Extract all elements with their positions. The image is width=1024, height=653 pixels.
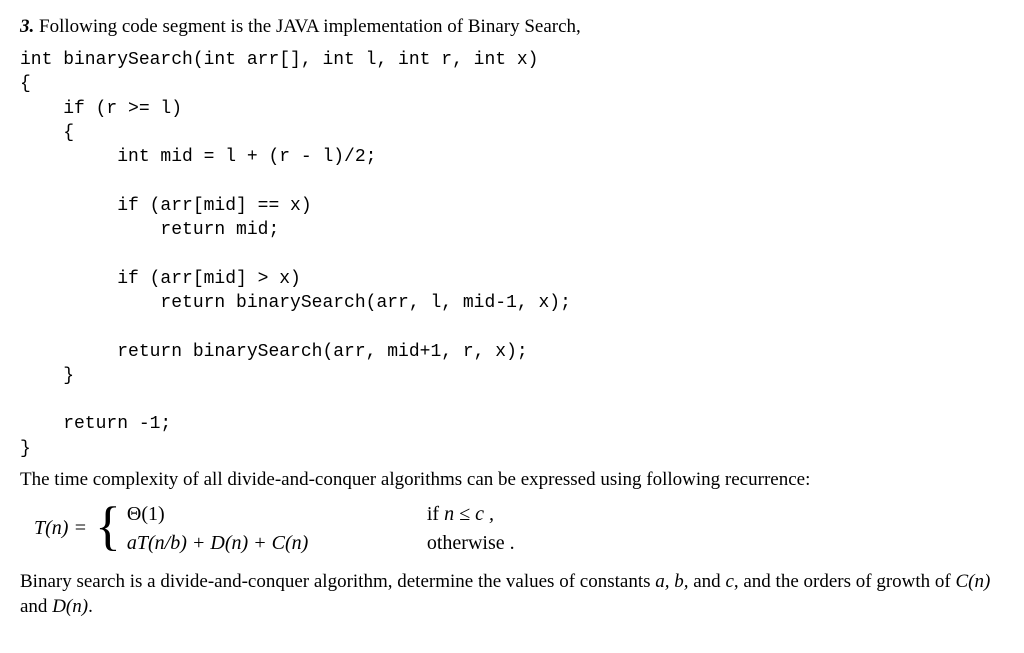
code-block: int binarySearch(int arr[], int l, int r… (20, 48, 1004, 461)
final-part1: Binary search is a divide-and-conquer al… (20, 571, 655, 592)
case-row-2: aT(n/b) + D(n) + C(n) otherwise . (127, 532, 515, 555)
recurrence-lhs: T(n) = (34, 517, 87, 540)
case1-if: if (427, 503, 444, 525)
final-and2: and (20, 596, 52, 617)
final-dn: D(n) (52, 596, 88, 617)
final-vars-ab: a, b, (655, 571, 688, 592)
recurrence-formula: T(n) = { Θ(1) if n ≤ c , aT(n/b) + D(n) … (34, 503, 1004, 555)
case2-right: otherwise . (427, 532, 515, 555)
final-part2: , and the orders of growth of (734, 571, 956, 592)
final-cn: C(n) (955, 571, 990, 592)
case1-right: if n ≤ c , (427, 503, 494, 526)
case-row-1: Θ(1) if n ≤ c , (127, 503, 515, 526)
explanation-intro: The time complexity of all divide-and-co… (20, 467, 1004, 493)
recurrence-cases: Θ(1) if n ≤ c , aT(n/b) + D(n) + C(n) ot… (127, 503, 515, 555)
brace-icon: { (95, 505, 121, 548)
question-header: 3. Following code segment is the JAVA im… (20, 16, 1004, 38)
case2-left: aT(n/b) + D(n) + C(n) (127, 532, 397, 555)
final-period: . (88, 596, 93, 617)
final-var-c: c (725, 571, 733, 592)
question-header-text: Following code segment is the JAVA imple… (39, 16, 581, 37)
case1-cond: n ≤ c , (444, 503, 494, 525)
case1-left: Θ(1) (127, 503, 397, 526)
final-question: Binary search is a divide-and-conquer al… (20, 569, 1004, 620)
final-and: and (689, 571, 726, 592)
question-number: 3. (20, 16, 34, 37)
